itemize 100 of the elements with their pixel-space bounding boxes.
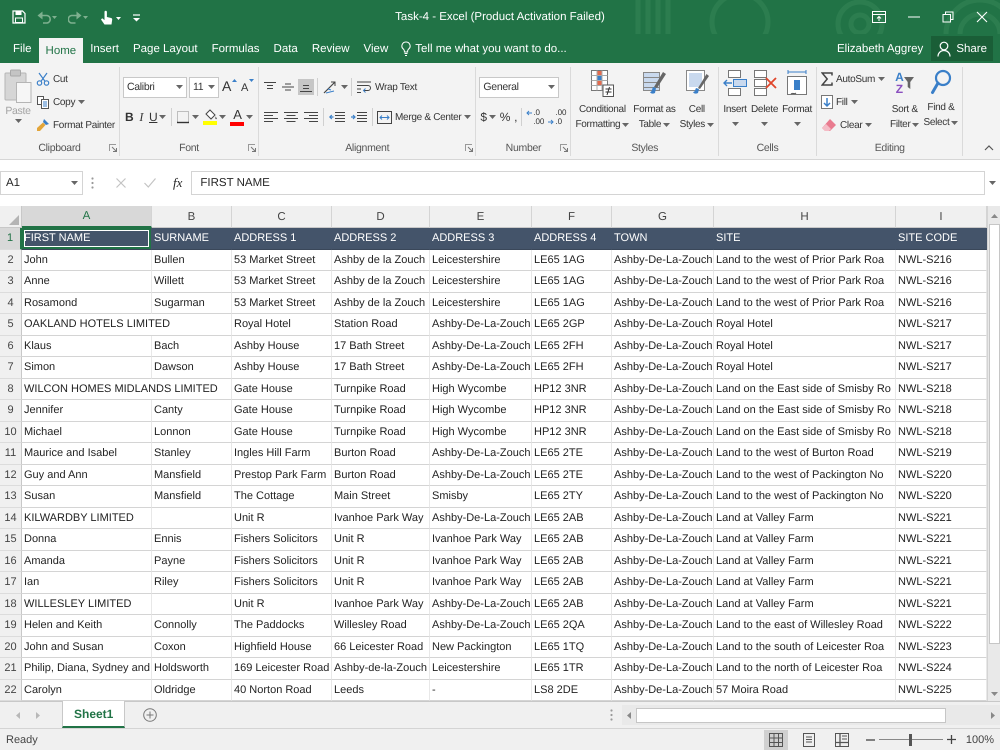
row-header[interactable]: 14	[0, 508, 22, 529]
column-header[interactable]: G	[612, 206, 714, 228]
zoom-level[interactable]: 100%	[966, 734, 994, 746]
ribbon-tab[interactable]: Formulas	[204, 34, 267, 63]
corner-arrow-icon[interactable]	[248, 144, 256, 152]
column-header[interactable]: B	[152, 206, 232, 228]
column-header[interactable]: D	[332, 206, 430, 228]
clear-button[interactable]: Clear	[820, 114, 886, 136]
column-header[interactable]: E	[430, 206, 532, 228]
scroll-down-icon[interactable]	[990, 692, 998, 696]
row-header[interactable]: 9	[0, 400, 22, 422]
vertical-scrollbar[interactable]	[987, 206, 1000, 701]
row-header[interactable]: 1	[0, 228, 22, 250]
column-header[interactable]: I	[896, 206, 987, 228]
font-size-field[interactable]: 11	[188, 76, 219, 98]
delete-cells-button[interactable]: Delete	[750, 67, 780, 126]
plus-circle-icon[interactable]	[143, 708, 158, 722]
grow-font-button[interactable]: A	[220, 77, 238, 97]
minimize-icon[interactable]	[908, 16, 920, 18]
row-header[interactable]: 7	[0, 357, 22, 378]
row-header[interactable]: 15	[0, 529, 22, 550]
line-caret-icon[interactable]	[132, 12, 141, 22]
row-header[interactable]: 3	[0, 271, 22, 292]
sheet-tab[interactable]: Sheet1	[62, 701, 126, 728]
vertical-dots-icon[interactable]	[91, 177, 94, 189]
user-name[interactable]: Elizabeth Aggrey	[837, 42, 924, 54]
bold-button[interactable]: B	[122, 107, 136, 127]
scroll-right-icon[interactable]	[991, 712, 995, 718]
italic-button[interactable]: I	[137, 107, 146, 127]
plus-icon[interactable]	[946, 735, 956, 744]
row-header[interactable]: 11	[0, 443, 22, 464]
align-bottom-icon[interactable]	[298, 79, 314, 95]
scrollbar-thumb[interactable]	[988, 224, 1000, 644]
ribbon-tab[interactable]: Review	[304, 34, 357, 63]
row-header[interactable]: 6	[0, 336, 22, 357]
tell-me-field[interactable]: Tell me what you want to do...	[415, 38, 590, 58]
decrease-decimal-button[interactable]: .00 .0	[547, 108, 568, 126]
percent-button[interactable]: %	[498, 107, 512, 127]
row-header[interactable]: 19	[0, 615, 22, 636]
ribbon-tab[interactable]: Home	[38, 38, 84, 63]
corner-arrow-icon[interactable]	[465, 144, 474, 152]
sort-filter-button[interactable]: A Z Sort & Filter	[889, 67, 920, 132]
font-name-field[interactable]: Calibri	[122, 76, 187, 98]
ribbon-tab[interactable]: Insert	[83, 34, 126, 63]
hand-pointer-icon[interactable]	[99, 9, 121, 25]
wrap-text-button[interactable]: Wrap Text	[355, 76, 418, 98]
corner-arrow-icon[interactable]	[560, 144, 568, 152]
caret-icon[interactable]	[989, 181, 996, 185]
row-header[interactable]: 10	[0, 422, 22, 443]
ribbon-tab[interactable]: Data	[266, 34, 305, 63]
copy-button[interactable]: Copy	[35, 91, 116, 113]
save-icon[interactable]	[12, 10, 26, 24]
row-header[interactable]: 21	[0, 658, 22, 680]
underline-button[interactable]: U	[147, 107, 168, 127]
row-header[interactable]: 2	[0, 250, 22, 271]
corner-arrow-icon[interactable]	[108, 144, 117, 152]
column-header[interactable]: A	[22, 206, 152, 228]
row-header[interactable]: 5	[0, 314, 22, 336]
column-header[interactable]: F	[532, 206, 612, 228]
cut-button[interactable]: Cut	[35, 68, 116, 90]
row-header[interactable]: 18	[0, 594, 22, 615]
row-header[interactable]: 22	[0, 680, 22, 701]
column-header[interactable]: C	[232, 206, 332, 228]
comma-style-button[interactable]: ,	[513, 107, 518, 127]
row-header[interactable]: 8	[0, 378, 22, 400]
row-header[interactable]: 13	[0, 486, 22, 508]
ribbon-tab[interactable]: View	[356, 34, 396, 63]
row-header[interactable]: 20	[0, 636, 22, 658]
vertical-dots-icon[interactable]	[610, 709, 613, 721]
cell-styles-button[interactable]: Cell Styles	[678, 67, 716, 132]
row-header[interactable]: 16	[0, 550, 22, 572]
format-as-table-button[interactable]: Format as Table	[632, 67, 677, 132]
row-header[interactable]: 12	[0, 464, 22, 486]
name-box-field[interactable]: A1	[0, 171, 83, 195]
find-select-button[interactable]: Find & Select	[922, 67, 960, 130]
currency-button[interactable]: $	[479, 107, 497, 127]
share-button[interactable]: Share	[931, 36, 993, 61]
format-cells-button[interactable]: Format	[781, 67, 813, 126]
scroll-left-icon[interactable]	[627, 712, 631, 718]
restore-icon[interactable]	[942, 11, 954, 23]
insert-cells-button[interactable]: Insert	[722, 67, 748, 126]
fill-color-button[interactable]	[202, 107, 228, 127]
fill-button[interactable]: Fill	[820, 91, 886, 113]
row-header[interactable]: 4	[0, 292, 22, 314]
formula-field[interactable]: FIRST NAME	[191, 171, 985, 195]
ribbon-tab[interactable]: File	[6, 34, 39, 63]
shrink-font-button[interactable]: A	[240, 77, 256, 97]
autosum-button[interactable]: AutoSum	[820, 68, 886, 90]
number-format-field[interactable]: General	[479, 76, 560, 98]
format-painter-button[interactable]: Format Painter	[35, 114, 116, 136]
insert-function-button[interactable]: fx	[171, 175, 184, 191]
close-icon[interactable]	[976, 11, 988, 23]
chevron-up-icon[interactable]	[984, 145, 994, 151]
conditional-formatting-button[interactable]: Conditional Formatting	[574, 67, 630, 132]
ribbon-tab[interactable]: Page Layout	[126, 34, 205, 63]
scroll-up-icon[interactable]	[990, 214, 998, 218]
minus-icon[interactable]	[866, 738, 875, 740]
grid-icon[interactable]	[764, 730, 788, 750]
column-header[interactable]: H	[714, 206, 896, 228]
increase-decimal-button[interactable]: .0 .00	[525, 108, 546, 126]
